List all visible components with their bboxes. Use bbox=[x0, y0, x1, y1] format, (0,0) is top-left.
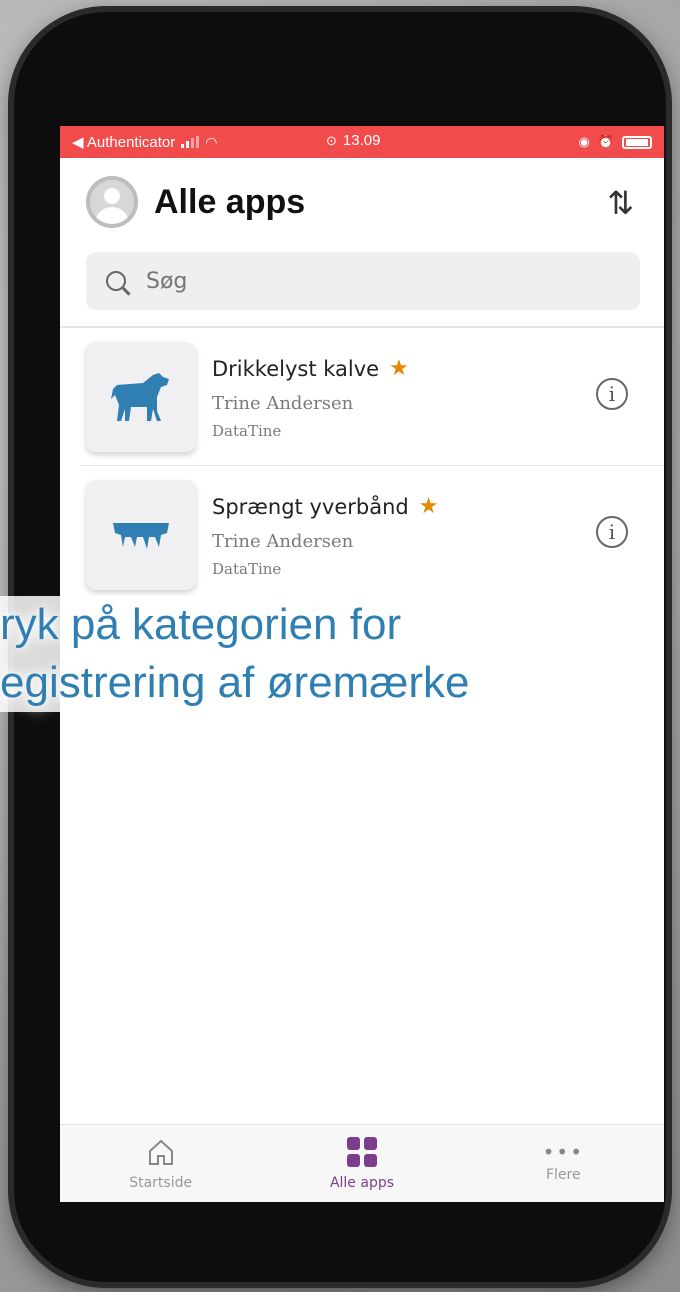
app-thumbnail[interactable] bbox=[86, 342, 196, 452]
alarm-icon: ⊙ bbox=[326, 132, 337, 148]
search-input[interactable] bbox=[146, 268, 420, 294]
app-name-row: Sprængt yverbånd ★ bbox=[212, 494, 438, 519]
tab-startside[interactable]: Startside bbox=[60, 1125, 261, 1202]
alarm-clock-icon: ⏰ bbox=[597, 134, 614, 149]
tab-bar: Startside Alle apps ••• Flere bbox=[60, 1124, 664, 1202]
caption-line-1: ryk på kategorien for bbox=[0, 596, 408, 654]
page-header: Alle apps ⇅ bbox=[60, 158, 664, 246]
list-item[interactable]: Sprængt yverbånd ★ Trine Andersen DataTi… bbox=[80, 465, 664, 602]
app-owner: Trine Andersen bbox=[212, 393, 354, 414]
back-to-app-link[interactable]: ◀ Authenticator bbox=[72, 133, 175, 151]
battery-icon bbox=[622, 135, 652, 149]
app-list: Drikkelyst kalve ★ Trine Andersen DataTi… bbox=[60, 328, 664, 602]
video-caption-overlay: ryk på kategorien for egistrering af øre… bbox=[0, 596, 476, 712]
tab-alle-apps[interactable]: Alle apps bbox=[261, 1125, 462, 1202]
calf-icon bbox=[111, 373, 169, 421]
home-icon bbox=[148, 1139, 173, 1165]
sort-arrows-icon[interactable]: ⇅ bbox=[607, 184, 634, 222]
app-info: Sprængt yverbånd ★ Trine Andersen DataTi… bbox=[212, 480, 438, 578]
search-icon bbox=[106, 271, 126, 291]
udder-icon bbox=[113, 523, 169, 549]
avatar[interactable] bbox=[86, 176, 138, 228]
status-right: ◉ ⏰ bbox=[578, 134, 652, 150]
clock-text: 13.09 bbox=[342, 132, 381, 149]
favorite-star-icon[interactable]: ★ bbox=[389, 356, 409, 381]
tab-label: Alle apps bbox=[329, 1174, 395, 1191]
wifi-icon: ◠ bbox=[205, 133, 218, 150]
tab-flere[interactable]: ••• Flere bbox=[463, 1125, 664, 1202]
info-icon[interactable]: i bbox=[596, 516, 628, 548]
app-name: Drikkelyst kalve bbox=[212, 356, 380, 381]
app-name-row: Drikkelyst kalve ★ bbox=[212, 356, 409, 381]
status-left: ◀ Authenticator ◠ bbox=[72, 133, 218, 152]
app-info: Drikkelyst kalve ★ Trine Andersen DataTi… bbox=[212, 342, 409, 440]
app-org: DataTine bbox=[212, 560, 282, 578]
list-item[interactable]: Drikkelyst kalve ★ Trine Andersen DataTi… bbox=[60, 328, 664, 465]
status-bar: ◀ Authenticator ◠ ⊙ 13.09 ◉ ⏰ bbox=[60, 126, 664, 158]
grid-icon bbox=[346, 1136, 377, 1167]
app-thumbnail[interactable] bbox=[86, 480, 196, 590]
more-icon: ••• bbox=[542, 1139, 585, 1164]
tab-label: Flere bbox=[546, 1166, 581, 1183]
tab-label: Startside bbox=[129, 1174, 193, 1191]
page-title: Alle apps bbox=[154, 182, 306, 221]
app-org: DataTine bbox=[212, 422, 282, 440]
caption-line-2: egistrering af øremærke bbox=[0, 654, 476, 712]
location-icon: ◉ bbox=[578, 134, 590, 149]
search-bar[interactable] bbox=[86, 252, 640, 310]
info-icon[interactable]: i bbox=[596, 378, 628, 410]
status-time: ⊙ 13.09 bbox=[326, 132, 380, 149]
favorite-star-icon[interactable]: ★ bbox=[419, 494, 439, 519]
signal-icon bbox=[181, 136, 200, 148]
app-owner: Trine Andersen bbox=[212, 531, 354, 552]
app-name: Sprængt yverbånd bbox=[212, 494, 409, 519]
